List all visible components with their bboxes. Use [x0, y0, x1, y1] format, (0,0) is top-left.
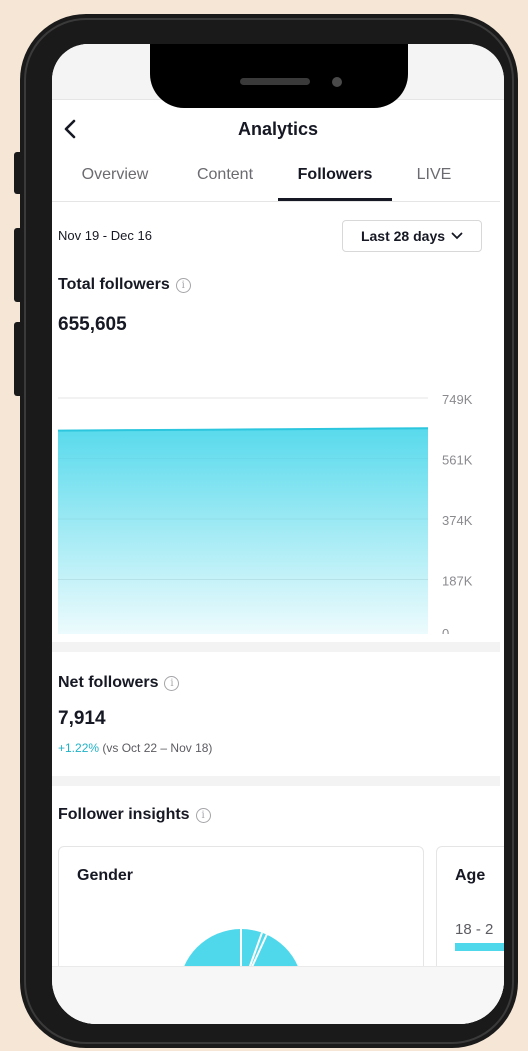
- tab-followers[interactable]: Followers: [278, 158, 392, 202]
- net-followers-value: 7,914: [58, 708, 106, 729]
- age-title: Age: [455, 867, 486, 884]
- total-followers-value: 655,605: [58, 314, 127, 335]
- tab-overview[interactable]: Overview: [66, 158, 164, 202]
- bottom-bar: [52, 966, 504, 1024]
- front-camera: [332, 77, 342, 87]
- phone-screen: Analytics Overview Content Followers LIV…: [52, 44, 504, 1024]
- period-dropdown[interactable]: Last 28 days: [342, 220, 482, 252]
- side-button-volume-up: [14, 228, 24, 302]
- chart-area: [58, 428, 428, 634]
- change-comparison: (vs Oct 22 – Nov 18): [102, 741, 213, 755]
- section-divider: [52, 642, 500, 652]
- page-title: Analytics: [237, 118, 319, 139]
- y-tick-label: 374K: [442, 513, 473, 528]
- chevron-left-icon: [64, 119, 76, 139]
- active-tab-indicator: [278, 198, 392, 201]
- change-percent: +1.22%: [58, 741, 100, 755]
- speaker-grille: [240, 78, 310, 85]
- follower-insights-title: Follower insights i: [58, 806, 211, 824]
- back-button[interactable]: [58, 116, 82, 142]
- y-tick-label: 187K: [442, 574, 473, 589]
- gender-title: Gender: [77, 867, 134, 884]
- age-range-label: 18 - 2: [455, 921, 494, 938]
- info-icon[interactable]: i: [164, 675, 180, 691]
- date-range-label: Nov 19 - Dec 16: [58, 228, 152, 243]
- phone-notch: [150, 44, 408, 108]
- y-tick-label: 561K: [442, 453, 473, 468]
- side-button-volume-down: [14, 322, 24, 396]
- net-followers-title: Net followers i: [58, 674, 180, 692]
- age-range-bar: [455, 943, 504, 951]
- info-icon[interactable]: i: [175, 277, 191, 293]
- net-followers-change: +1.22% (vs Oct 22 – Nov 18): [58, 741, 212, 755]
- app-header: Analytics: [52, 100, 504, 158]
- tab-content[interactable]: Content: [180, 158, 270, 202]
- info-icon[interactable]: i: [195, 807, 211, 823]
- period-dropdown-label: Last 28 days: [360, 228, 446, 244]
- tab-live[interactable]: LIVE: [398, 158, 470, 202]
- net-followers-label: Net followers: [58, 674, 159, 691]
- follower-insights-label: Follower insights: [58, 806, 190, 823]
- y-tick-label: 749K: [442, 392, 473, 407]
- y-tick-label: 0: [442, 626, 449, 634]
- chevron-down-icon: [451, 232, 463, 240]
- tab-bar: Overview Content Followers LIVE: [52, 158, 500, 202]
- total-followers-chart: 749K561K374K187K0 Nov 1928Dec 0716: [57, 392, 473, 634]
- total-followers-label: Total followers: [58, 276, 170, 293]
- section-divider: [52, 776, 500, 786]
- total-followers-title: Total followers i: [58, 276, 191, 294]
- side-button-mute: [14, 152, 24, 194]
